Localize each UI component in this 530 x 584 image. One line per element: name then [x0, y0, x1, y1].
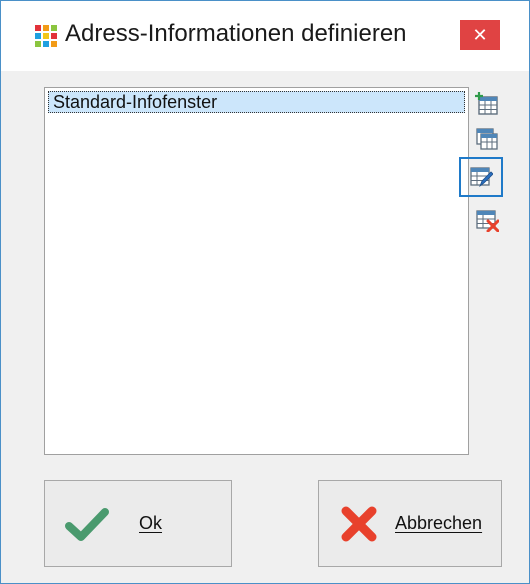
close-button[interactable]: ✕	[460, 20, 500, 50]
edit-table-icon	[470, 167, 493, 188]
cross-icon	[341, 506, 377, 541]
window-title: Adress-Informationen definieren	[65, 20, 407, 47]
checkmark-icon	[65, 507, 109, 541]
copy-table-icon	[476, 128, 498, 150]
close-icon: ✕	[472, 25, 488, 45]
delete-table-icon	[476, 210, 499, 232]
cancel-button[interactable]: Abbrechen	[318, 480, 502, 567]
delete-button[interactable]	[470, 203, 504, 237]
add-button[interactable]	[470, 87, 504, 121]
info-window-list[interactable]: Standard-Infofenster	[44, 87, 469, 455]
add-table-icon	[475, 92, 498, 115]
edit-button[interactable]	[459, 157, 503, 197]
list-item[interactable]: Standard-Infofenster	[48, 91, 465, 113]
copy-button[interactable]	[470, 122, 504, 156]
title-bar: Adress-Informationen definieren ✕	[1, 1, 529, 71]
dialog-window: Adress-Informationen definieren ✕ Standa…	[0, 0, 530, 584]
app-grid-icon	[35, 25, 57, 47]
cancel-label: Abbrechen	[395, 513, 483, 533]
ok-label: Ok	[139, 513, 163, 533]
ok-button[interactable]: Ok	[44, 480, 232, 567]
